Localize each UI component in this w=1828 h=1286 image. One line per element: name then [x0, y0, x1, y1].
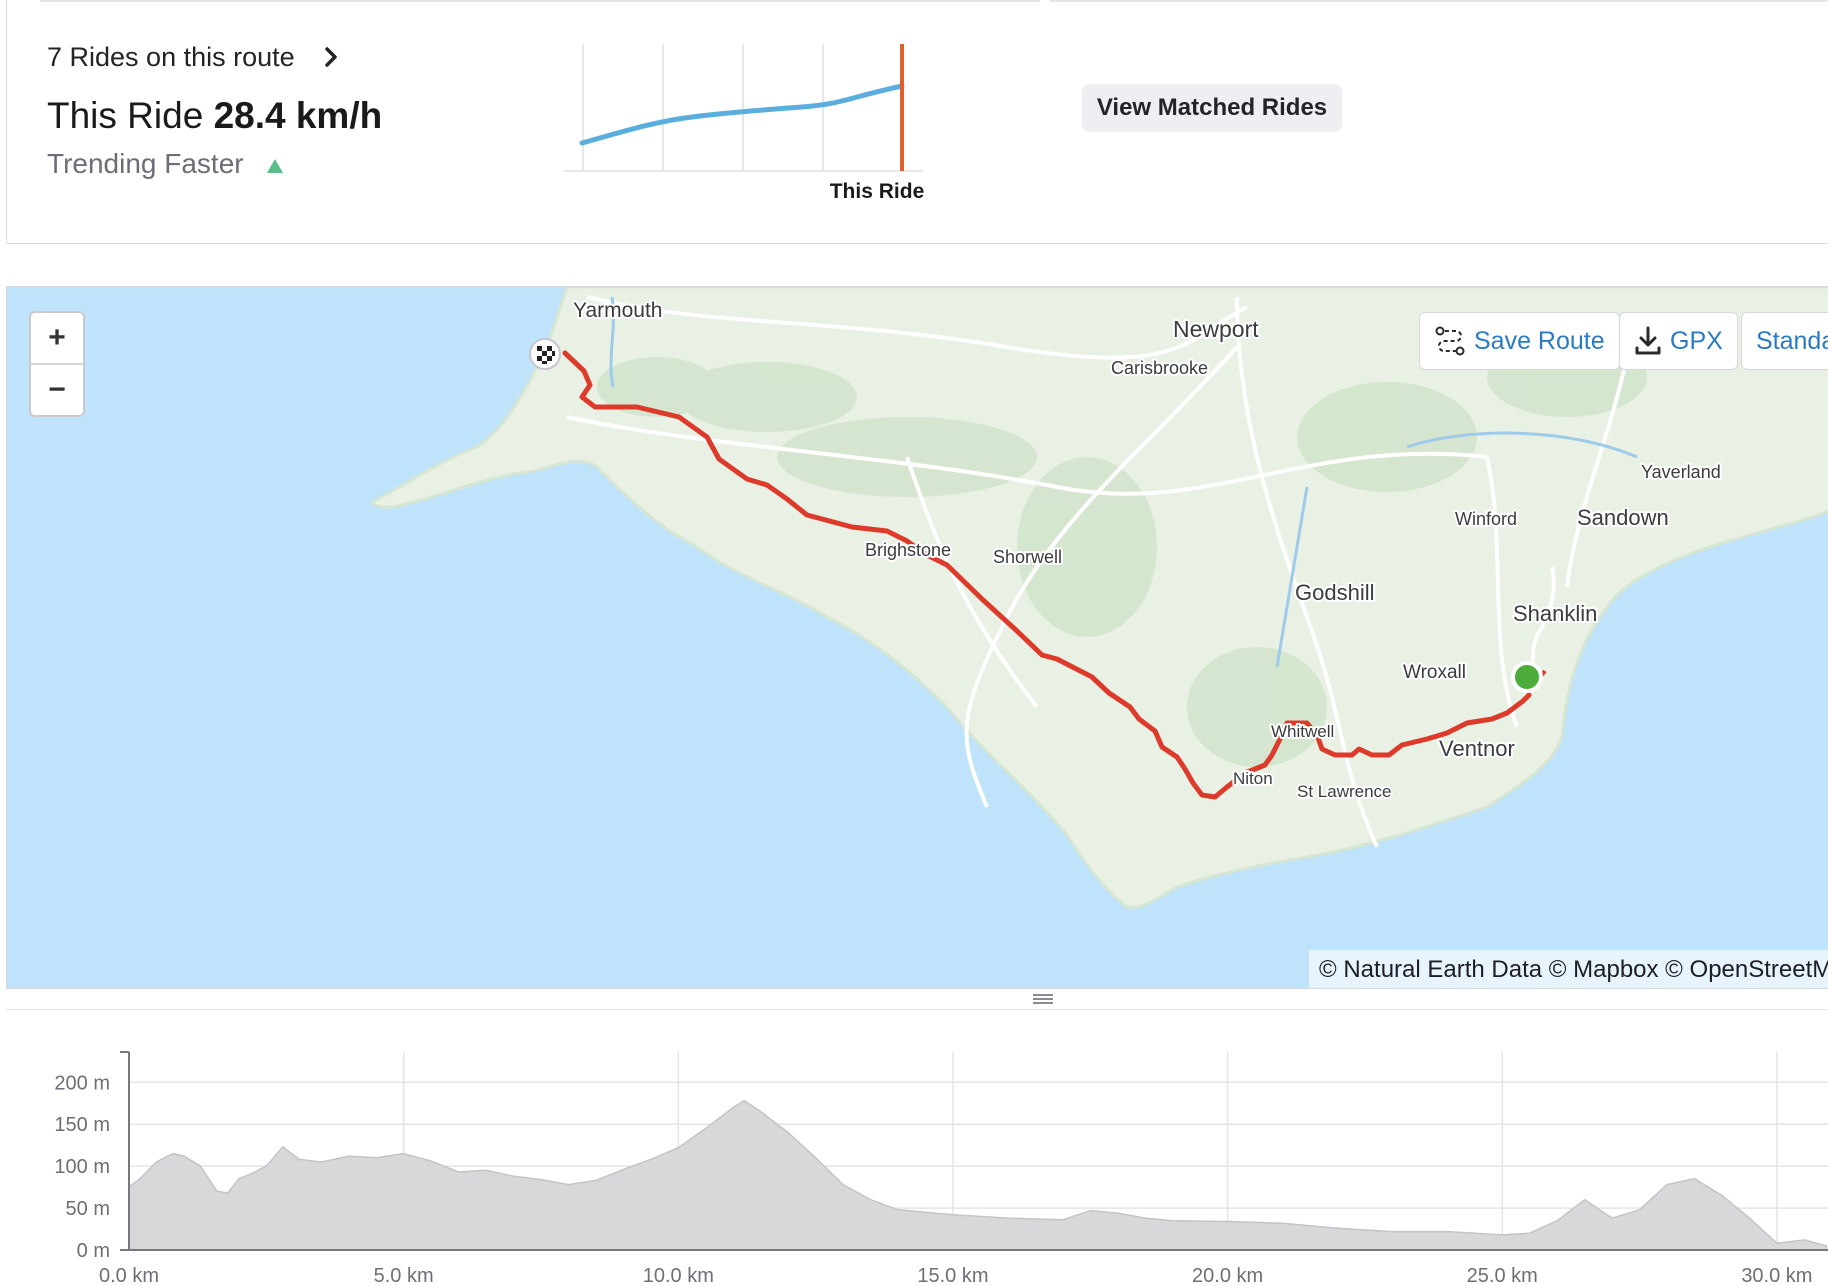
route-icon [1435, 326, 1465, 356]
rides-on-route-link[interactable]: 7 Rides on this route [47, 42, 295, 73]
route-map[interactable]: Yarmouth Newport Carisbrooke Yaverland W… [6, 286, 1828, 989]
view-matched-rides-button[interactable]: View Matched Rides [1082, 84, 1342, 132]
zoom-in-button[interactable]: + [31, 313, 83, 363]
top-divider [40, 0, 1040, 2]
this-ride-speed-value: 28.4 km/h [213, 95, 383, 136]
elevation-y-tick-label: 100 m [54, 1156, 110, 1178]
place-carisbrooke: Carisbrooke [1111, 358, 1208, 378]
zoom-controls: + − [29, 311, 85, 417]
place-yaverland: Yaverland [1641, 462, 1721, 482]
place-shorwell: Shorwell [993, 547, 1062, 567]
elevation-x-tick-label: 30.0 km [1741, 1265, 1812, 1286]
speed-trend-chart: This Ride [564, 44, 925, 203]
checkered-flag-icon [529, 338, 561, 370]
this-ride-speed: This Ride 28.4 km/h [47, 95, 382, 137]
place-wroxall: Wroxall [1403, 662, 1466, 683]
elevation-x-tick-label: 15.0 km [917, 1265, 988, 1286]
chevron-right-icon[interactable] [322, 45, 340, 69]
trend-text: Trending Faster [47, 148, 244, 179]
place-st-lawrence: St Lawrence [1297, 782, 1392, 801]
map-canvas[interactable]: Yarmouth Newport Carisbrooke Yaverland W… [7, 287, 1828, 989]
triangle-up-icon [267, 159, 283, 173]
place-whitwell: Whitwell [1271, 722, 1334, 741]
place-sandown: Sandown [1577, 505, 1669, 530]
elevation-x-ticks: 0.0 km 5.0 km 10.0 km 15.0 km 20.0 km 25.0 km… [99, 1265, 1812, 1286]
elevation-y-tick-label: 0 m [77, 1240, 110, 1262]
trend-chart-label: This Ride [830, 180, 925, 203]
top-divider-right [1050, 0, 1828, 2]
place-shanklin: Shanklin [1513, 601, 1597, 626]
place-yarmouth: Yarmouth [573, 299, 663, 322]
this-ride-label: This Ride [47, 95, 204, 136]
elevation-chart[interactable]: 200 m 150 m 100 m 50 m 0 m 0.0 km 5.0 km 10.0 … [0, 1010, 1828, 1286]
place-winford: Winford [1455, 509, 1517, 529]
elevation-x-tick-label: 0.0 km [99, 1265, 159, 1286]
elevation-x-tick-label: 10.0 km [643, 1265, 714, 1286]
elevation-y-tick-label: 150 m [54, 1114, 110, 1136]
elevation-y-tick-label: 50 m [66, 1198, 110, 1220]
resize-handle-icon[interactable] [1032, 992, 1054, 1006]
elevation-x-tick-label: 20.0 km [1192, 1265, 1263, 1286]
map-style-button[interactable]: Standard [1741, 312, 1828, 370]
place-ventnor: Ventnor [1439, 736, 1515, 761]
save-route-label: Save Route [1474, 326, 1605, 355]
gpx-download-button[interactable]: GPX [1619, 312, 1738, 370]
zoom-out-button[interactable]: − [31, 365, 83, 415]
place-godshill: Godshill [1295, 580, 1374, 605]
gpx-label: GPX [1670, 326, 1723, 355]
elevation-x-tick-label: 5.0 km [374, 1265, 434, 1286]
elevation-profile-area [128, 1099, 1828, 1251]
place-newport: Newport [1173, 316, 1259, 342]
elevation-y-ticks: 200 m 150 m 100 m 50 m 0 m [54, 1072, 110, 1262]
map-attribution: © Natural Earth Data © Mapbox © OpenStre… [1309, 950, 1828, 988]
place-brighstone: Brighstone [865, 540, 951, 560]
start-marker [1511, 661, 1543, 693]
map-style-label: Standard [1756, 326, 1828, 355]
save-route-button[interactable]: Save Route [1419, 312, 1620, 370]
elevation-x-tick-label: 25.0 km [1467, 1265, 1538, 1286]
download-icon [1635, 326, 1661, 355]
place-niton: Niton [1233, 769, 1273, 788]
elevation-y-tick-label: 200 m [54, 1072, 110, 1094]
